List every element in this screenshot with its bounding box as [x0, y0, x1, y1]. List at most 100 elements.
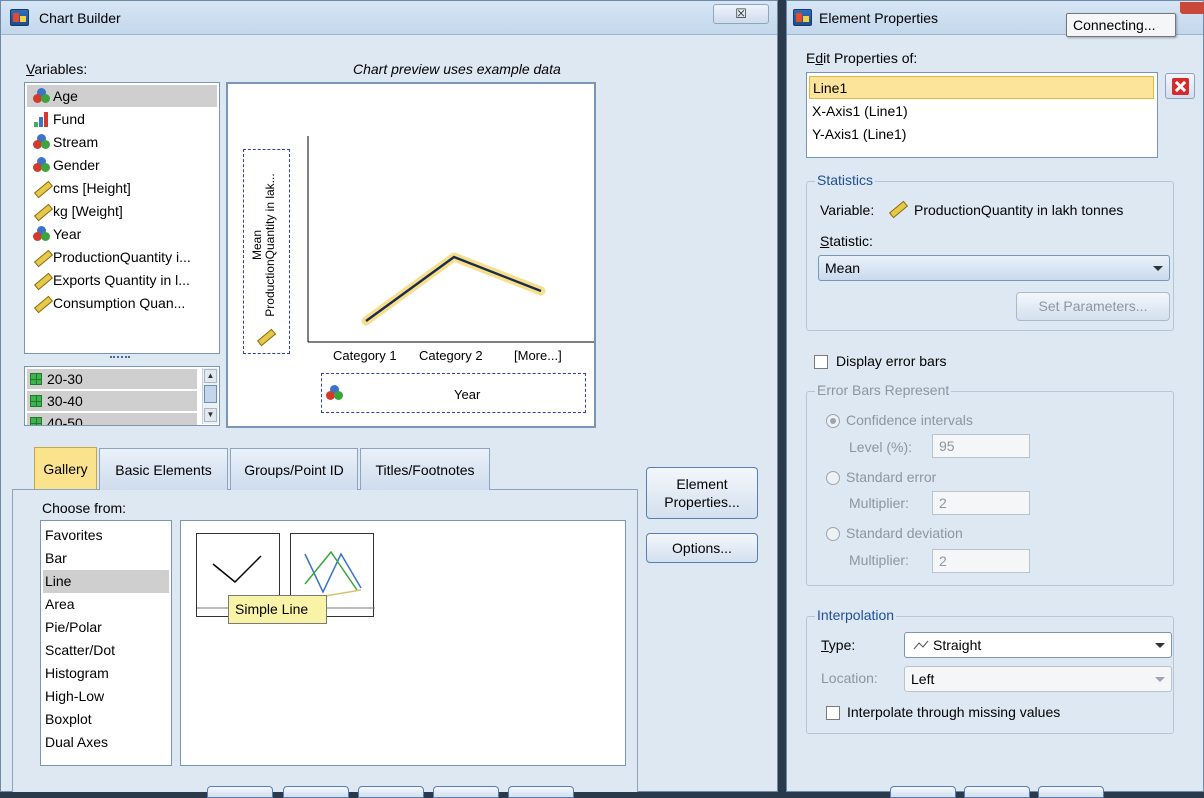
- edit-item[interactable]: X-Axis1 (Line1): [809, 100, 1154, 123]
- tab-basic-elements[interactable]: Basic Elements: [99, 448, 228, 490]
- se-multiplier-label: Multiplier:: [849, 495, 909, 511]
- category-item[interactable]: 20-30: [27, 369, 197, 389]
- standard-error-label: Standard error: [846, 469, 937, 485]
- level-label: Level (%):: [849, 439, 913, 455]
- variables-label-rest: ariables:: [34, 61, 88, 77]
- chart-type-item[interactable]: Scatter/Dot: [43, 639, 169, 662]
- nominal-icon: [33, 226, 51, 242]
- tab-groups-point-id[interactable]: Groups/Point ID: [230, 448, 358, 490]
- confidence-intervals-label: Confidence intervals: [846, 412, 973, 428]
- interpolate-missing-checkbox[interactable]: [826, 706, 840, 720]
- help-button[interactable]: [508, 786, 574, 798]
- paste-button[interactable]: [283, 786, 349, 798]
- apply-button[interactable]: [964, 786, 1030, 798]
- x-category-label: Category 1: [333, 348, 397, 363]
- variable-item[interactable]: Gender: [27, 154, 217, 176]
- variable-item[interactable]: cms [Height]: [27, 177, 217, 199]
- confidence-intervals-radio[interactable]: [826, 414, 840, 428]
- options-button[interactable]: Options...: [646, 533, 758, 563]
- chart-type-item[interactable]: Bar: [43, 547, 169, 570]
- close-ep-button[interactable]: [1038, 786, 1104, 798]
- straight-line-icon: [913, 640, 929, 650]
- list-splitter-handle[interactable]: [110, 356, 130, 360]
- category-grid-icon: [30, 417, 42, 425]
- category-label: 40-50: [47, 415, 83, 426]
- interpolation-type-label: Type:: [821, 637, 856, 653]
- cancel-button[interactable]: [433, 786, 499, 798]
- chart-type-item[interactable]: Pie/Polar: [43, 616, 169, 639]
- chart-type-item[interactable]: Dual Axes: [43, 731, 169, 754]
- variable-item[interactable]: ProductionQuantity i...: [27, 246, 217, 268]
- chevron-down-icon: [1155, 677, 1165, 682]
- category-item[interactable]: 40-50: [27, 413, 197, 426]
- simple-line-tooltip: Simple Line: [228, 595, 327, 624]
- ok-button[interactable]: [207, 786, 273, 798]
- statistic-label: Statistic:: [820, 233, 873, 249]
- continue-button[interactable]: [890, 786, 956, 798]
- variable-label: cms [Height]: [53, 180, 131, 196]
- display-error-bars-label: Display error bars: [836, 353, 947, 369]
- choose-from-label: Choose from:: [42, 500, 127, 516]
- interpolation-location-dropdown[interactable]: Left: [904, 666, 1172, 692]
- variable-label: Stream: [53, 134, 99, 150]
- category-item[interactable]: 30-40: [27, 391, 197, 411]
- scale-ruler-icon: [33, 180, 51, 196]
- sd-multiplier-input[interactable]: 2: [932, 549, 1030, 573]
- variable-item[interactable]: Exports Quantity in l...: [27, 269, 217, 291]
- variable-item[interactable]: Consumption Quan...: [27, 292, 217, 314]
- scroll-thumb[interactable]: [204, 385, 217, 403]
- ep-close-button[interactable]: [1180, 2, 1204, 14]
- element-properties-button[interactable]: Element Properties...: [646, 467, 758, 519]
- scale-ruler-icon: [256, 328, 274, 344]
- scale-ruler-icon: [33, 203, 51, 219]
- categories-scrollbar[interactable]: ▲ ▼: [202, 368, 218, 424]
- nominal-icon: [33, 134, 51, 150]
- x-category-label: Category 2: [419, 348, 483, 363]
- chart-builder-titlebar: Chart Builder ☒: [1, 1, 777, 35]
- edit-properties-list[interactable]: Line1 X-Axis1 (Line1) Y-Axis1 (Line1): [806, 72, 1158, 158]
- edit-item-selected[interactable]: Line1: [809, 76, 1154, 99]
- nominal-icon: [33, 88, 51, 104]
- statistic-dropdown[interactable]: Mean: [818, 255, 1170, 281]
- delete-element-button[interactable]: [1165, 73, 1195, 99]
- location-value: Left: [911, 671, 935, 687]
- chart-type-item[interactable]: Favorites: [43, 524, 169, 547]
- interpolation-type-dropdown[interactable]: Straight: [904, 632, 1172, 658]
- standard-error-radio[interactable]: [826, 471, 840, 485]
- variable-item[interactable]: Fund: [27, 108, 217, 130]
- standard-deviation-radio[interactable]: [826, 527, 840, 541]
- level-input[interactable]: 95: [932, 434, 1030, 458]
- close-button[interactable]: ☒: [713, 4, 769, 24]
- reset-button[interactable]: [358, 786, 424, 798]
- variable-item[interactable]: Year: [27, 223, 217, 245]
- variable-item[interactable]: Age: [27, 85, 217, 107]
- categories-list[interactable]: 20-30 30-40 40-50 ▲ ▼: [24, 366, 220, 426]
- se-multiplier-input[interactable]: 2: [932, 491, 1030, 515]
- variable-item[interactable]: kg [Weight]: [27, 200, 217, 222]
- display-error-bars-checkbox[interactable]: [814, 355, 828, 369]
- chart-builder-app-icon: [10, 9, 29, 26]
- category-label: 30-40: [47, 393, 83, 409]
- tab-gallery[interactable]: Gallery: [34, 447, 97, 489]
- chart-type-item[interactable]: Histogram: [43, 662, 169, 685]
- edit-item[interactable]: Y-Axis1 (Line1): [809, 123, 1154, 146]
- chart-type-item[interactable]: Area: [43, 593, 169, 616]
- chart-type-item-selected[interactable]: Line: [43, 570, 169, 593]
- tab-titles-footnotes[interactable]: Titles/Footnotes: [360, 448, 490, 490]
- scroll-up-arrow-icon[interactable]: ▲: [204, 369, 217, 383]
- chart-type-item[interactable]: Boxplot: [43, 708, 169, 731]
- nominal-icon: [326, 385, 344, 401]
- set-parameters-button[interactable]: Set Parameters...: [1016, 292, 1170, 321]
- chart-types-list[interactable]: Favorites Bar Line Area Pie/Polar Scatte…: [40, 520, 172, 766]
- y-axis-drop-label: Mean ProductionQuantity in lak...: [250, 150, 277, 340]
- scale-ruler-icon: [33, 249, 51, 265]
- chart-type-item[interactable]: High-Low: [43, 685, 169, 708]
- scale-ruler-icon: [888, 200, 906, 216]
- variable-item[interactable]: Stream: [27, 131, 217, 153]
- variables-list[interactable]: Age Fund Stream Gender cms [Height] kg […: [24, 82, 220, 354]
- bar-icon: [33, 111, 51, 127]
- scroll-down-arrow-icon[interactable]: ▼: [204, 408, 217, 422]
- variable-label: ProductionQuantity i...: [53, 249, 191, 265]
- window-title: Element Properties: [819, 10, 939, 26]
- x-axis-drop-label: Year: [454, 387, 481, 402]
